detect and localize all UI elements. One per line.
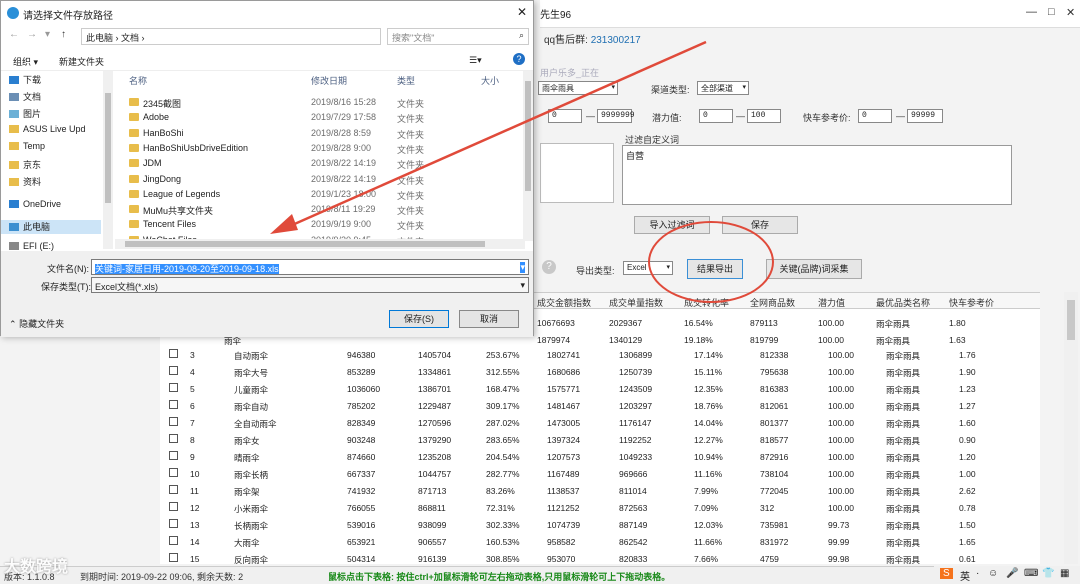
annotation-arrow xyxy=(270,40,707,234)
watermark: 大数跨境 xyxy=(4,559,69,576)
arrow-line xyxy=(289,40,707,228)
arrow-head xyxy=(270,214,298,234)
annotation-circle xyxy=(648,221,774,303)
